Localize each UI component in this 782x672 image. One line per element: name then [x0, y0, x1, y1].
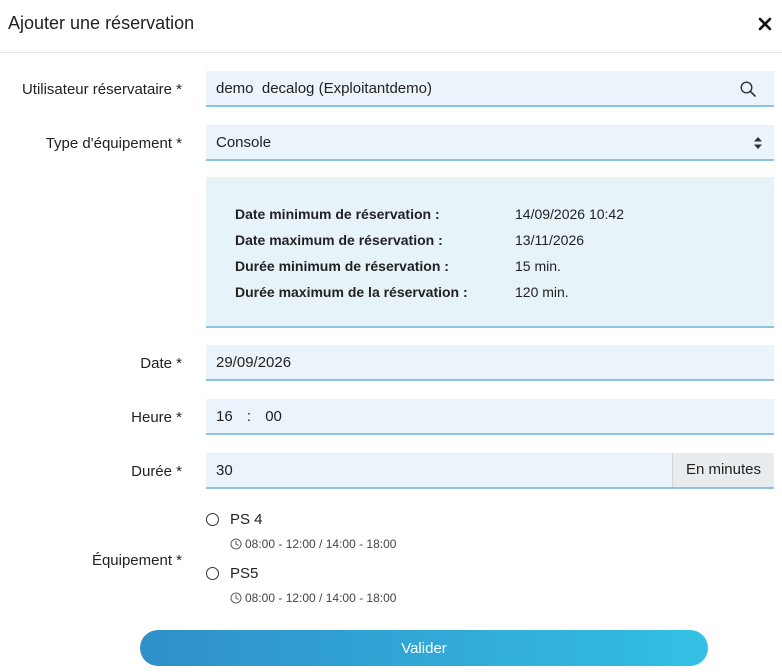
- time-input[interactable]: 16 : 00: [206, 399, 774, 435]
- user-label: Utilisateur réservataire *: [21, 81, 182, 98]
- info-value: 14/09/2026 10:42: [515, 206, 624, 222]
- date-value: 29/09/2026: [216, 354, 292, 371]
- select-arrows-icon: [754, 137, 762, 149]
- info-key: Date minimum de réservation :: [235, 206, 440, 222]
- time-separator: :: [246, 408, 252, 425]
- clock-icon: [230, 538, 242, 550]
- modal-header: Ajouter une réservation: [0, 0, 782, 53]
- equipment-slots: 08:00 - 12:00 / 14:00 - 18:00: [230, 537, 396, 551]
- duration-unit-addon: En minutes: [672, 453, 774, 487]
- clock-icon: [230, 592, 242, 604]
- equipment-radio-ps4[interactable]: [206, 513, 219, 526]
- time-label: Heure *: [131, 409, 182, 426]
- duration-input[interactable]: 30 En minutes: [206, 453, 774, 489]
- user-search-input[interactable]: demo decalog (Exploitantdemo): [206, 71, 774, 107]
- equipment-radio-ps5[interactable]: [206, 567, 219, 580]
- modal-title: Ajouter une réservation: [8, 13, 195, 33]
- equipment-slots: 08:00 - 12:00 / 14:00 - 18:00: [230, 591, 396, 605]
- info-key: Date maximum de réservation :: [235, 232, 443, 248]
- equipment-slots-text: 08:00 - 12:00 / 14:00 - 18:00: [245, 537, 397, 551]
- info-value: 120 min.: [515, 284, 569, 300]
- reservation-constraints-box: Date minimum de réservation : 14/09/2026…: [206, 177, 774, 328]
- close-icon[interactable]: [754, 12, 776, 36]
- submit-button[interactable]: Valider: [140, 630, 708, 666]
- date-label: Date *: [140, 355, 182, 372]
- date-input[interactable]: 29/09/2026: [206, 345, 774, 381]
- minute-field[interactable]: 00: [265, 399, 282, 435]
- equipment-type-select[interactable]: Console: [206, 125, 774, 161]
- info-key: Durée maximum de la réservation :: [235, 284, 468, 300]
- duration-label: Durée *: [131, 463, 182, 480]
- equipment-option-name: PS 4: [230, 511, 263, 528]
- info-key: Durée minimum de réservation :: [235, 258, 449, 274]
- equipment-option-name: PS5: [230, 565, 259, 582]
- info-value: 15 min.: [515, 258, 561, 274]
- search-icon[interactable]: [740, 81, 756, 97]
- user-value: demo decalog (Exploitantdemo): [216, 80, 432, 97]
- info-value: 13/11/2026: [515, 232, 585, 248]
- equipment-label: Équipement *: [91, 552, 182, 569]
- equipment-slots-text: 08:00 - 12:00 / 14:00 - 18:00: [245, 591, 397, 605]
- hour-field[interactable]: 16: [216, 399, 233, 435]
- equipment-type-value: Console: [216, 134, 272, 151]
- equipment-type-label: Type d'équipement *: [45, 135, 182, 152]
- duration-value: 30: [216, 462, 233, 479]
